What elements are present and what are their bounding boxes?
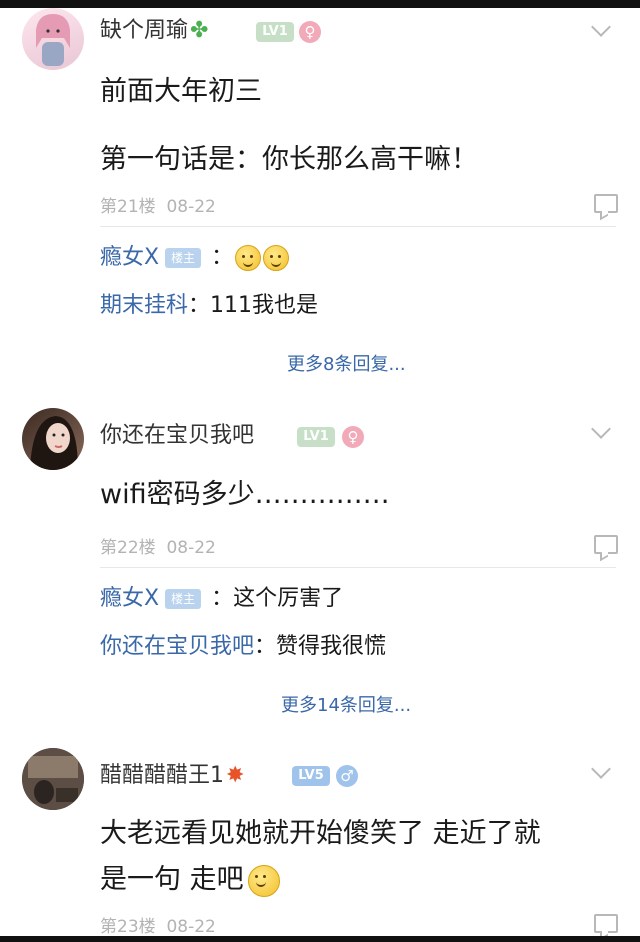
female-icon: ♀ [299,21,321,43]
floor-number: 第22楼 [100,538,156,558]
room-photo-avatar-icon [22,748,84,810]
post-meta: 第23楼 08-22 [100,912,216,937]
male-icon: ♂ [336,765,358,787]
reply-icon[interactable] [594,194,618,213]
reply-icon[interactable] [594,535,618,554]
level-badge: LV1 [297,427,335,447]
level-badge: LV5 [292,766,330,786]
anime-girl-avatar-icon [36,14,70,66]
username[interactable]: 缺个周瑜✤ [100,16,208,46]
avatar[interactable] [22,8,84,70]
username-text[interactable]: 缺个周瑜 [100,18,188,43]
floor-number: 第23楼 [100,917,156,937]
avatar[interactable] [22,748,84,810]
female-icon: ♀ [342,426,364,448]
reply-text: ：赞得我很慌 [254,634,387,659]
sweat-smile-emoji-icon [235,245,262,271]
host-badge: 楼主 [165,589,202,609]
more-replies-link[interactable]: 更多14条回复... [281,691,411,717]
post-date: 08-22 [166,917,216,937]
more-replies-link[interactable]: 更多8条回复... [287,350,406,376]
post-content-line: 大老远看见她就开始傻笑了 走近了就 [100,818,541,849]
username[interactable]: 醋醋醋醋王1✸ [100,761,244,791]
post-meta: 第21楼 08-22 [100,192,216,217]
divider [100,226,616,227]
screen-bottom-edge [0,936,640,942]
avatar[interactable] [22,408,84,470]
floor-number: 第21楼 [100,197,156,217]
sweat-smile-emoji-icon [263,245,290,271]
four-leaf-clover-icon: ✤ [190,18,209,43]
portrait-avatar-icon [30,416,78,470]
reply-author[interactable]: 瘾女X [100,245,159,270]
post-content-line: 前面大年初三 [100,76,262,107]
screen-top-edge [0,0,640,8]
reply-text: ：111我也是 [188,293,319,318]
reply-icon[interactable] [594,914,618,933]
post-date: 08-22 [166,538,216,558]
post-meta: 第22楼 08-22 [100,533,216,558]
host-badge: 楼主 [165,248,202,268]
explosion-icon: ✸ [226,763,245,788]
post-content-text: 是一句 走吧 [100,864,244,895]
reply-text: ： [211,245,234,270]
post-date: 08-22 [166,197,216,217]
post-content-line: wifi密码多少…………… [100,479,390,510]
reply-author[interactable]: 瘾女X [100,586,159,611]
username[interactable]: 你还在宝贝我吧 [100,421,254,451]
post-content-line: 是一句 走吧 [100,858,620,902]
reply-item[interactable]: 你还在宝贝我吧：赞得我很慌 [100,632,386,662]
chevron-down-icon[interactable] [591,759,611,779]
username-text[interactable]: 醋醋醋醋王1 [100,763,224,788]
reply-item[interactable]: 瘾女X 楼主 ：这个厉害了 [100,584,343,614]
reply-item[interactable]: 瘾女X 楼主 ： [100,243,290,273]
level-badge: LV1 [256,22,294,42]
reply-text: ：这个厉害了 [211,586,344,611]
reply-item[interactable]: 期末挂科：111我也是 [100,291,318,321]
chevron-down-icon[interactable] [591,17,611,37]
reply-author[interactable]: 你还在宝贝我吧 [100,634,254,659]
chevron-down-icon[interactable] [591,419,611,439]
divider [100,567,616,568]
post-content-line: 第一句话是：你长那么高干嘛！ [100,144,478,175]
grin-emoji-icon [247,864,280,897]
reply-author[interactable]: 期末挂科 [100,293,188,318]
